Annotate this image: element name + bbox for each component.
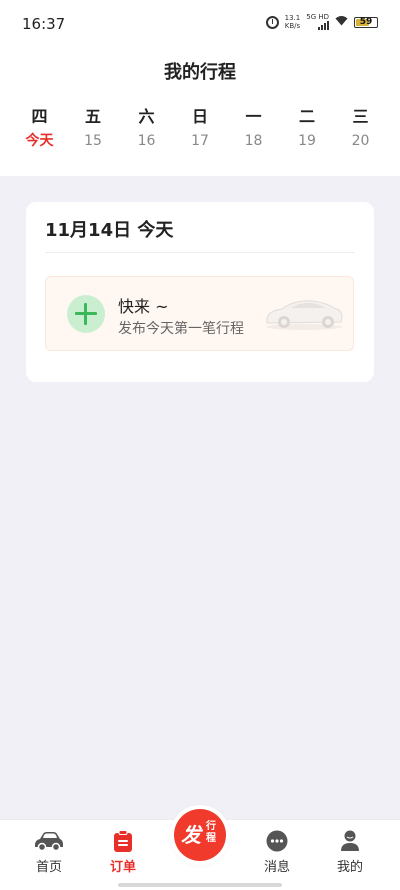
prompt-subtitle: 发布今天第一笔行程 bbox=[118, 321, 244, 337]
header-area: 16:37 13.1 KB/s 5G HD 59 我的行程 四 今天 五 15 … bbox=[0, 0, 400, 176]
day-fri[interactable]: 五 15 bbox=[67, 104, 120, 152]
battery-level: 59 bbox=[359, 16, 373, 27]
chat-bubble-icon bbox=[266, 830, 288, 852]
plus-icon bbox=[67, 295, 105, 333]
day-thu[interactable]: 四 今天 bbox=[13, 104, 66, 152]
day-date: 今天 bbox=[25, 133, 54, 149]
prompt-title: 快来 ~ bbox=[118, 297, 169, 316]
day-mon[interactable]: 一 18 bbox=[227, 104, 280, 152]
wifi-icon bbox=[335, 15, 348, 29]
battery-icon: 59 bbox=[354, 16, 378, 28]
card-divider bbox=[45, 252, 355, 253]
day-wed[interactable]: 三 20 bbox=[334, 104, 387, 152]
status-icons: 13.1 KB/s 5G HD 59 bbox=[265, 14, 378, 30]
nav-home-label: 首页 bbox=[35, 860, 62, 875]
day-date: 20 bbox=[351, 133, 370, 149]
day-tue[interactable]: 二 19 bbox=[281, 104, 334, 152]
home-indicator[interactable] bbox=[118, 883, 282, 887]
week-calendar: 四 今天 五 15 六 16 日 17 一 18 二 19 三 20 bbox=[13, 104, 387, 152]
nav-orders[interactable]: 订单 bbox=[93, 820, 153, 880]
status-bar: 16:37 13.1 KB/s 5G HD 59 bbox=[0, 0, 400, 48]
publish-button-main: 发 bbox=[181, 823, 201, 847]
cell-signal: 5G HD bbox=[306, 14, 329, 30]
network-speed-value: 13.1 bbox=[284, 14, 301, 22]
day-weekday: 四 bbox=[31, 107, 48, 126]
network-speed: 13.1 KB/s bbox=[285, 14, 301, 30]
nav-home[interactable]: 首页 bbox=[19, 820, 79, 880]
day-weekday: 三 bbox=[352, 107, 369, 126]
nav-messages-label: 消息 bbox=[263, 860, 290, 875]
day-date: 17 bbox=[191, 133, 209, 149]
user-profile-icon bbox=[341, 830, 359, 851]
car-icon bbox=[35, 832, 63, 852]
network-type: 5G HD bbox=[306, 13, 329, 21]
day-date: 15 bbox=[84, 133, 102, 149]
car-illustration-icon bbox=[266, 300, 343, 330]
day-sat[interactable]: 六 16 bbox=[120, 104, 173, 152]
day-date: 18 bbox=[244, 133, 263, 149]
card-date-title: 11月14日 今天 bbox=[45, 220, 174, 241]
signal-bars-icon bbox=[318, 21, 329, 30]
nav-mine-label: 我的 bbox=[336, 860, 363, 875]
day-sun[interactable]: 日 17 bbox=[174, 104, 227, 152]
day-weekday: 二 bbox=[298, 107, 315, 126]
publish-trip-prompt[interactable]: 快来 ~ 发布今天第一笔行程 bbox=[45, 276, 354, 351]
status-time: 16:37 bbox=[22, 15, 66, 33]
trip-card: 11月14日 今天 快来 ~ 发布今天第一笔行程 bbox=[26, 202, 374, 382]
day-weekday: 一 bbox=[245, 107, 262, 126]
day-weekday: 五 bbox=[84, 107, 101, 126]
nav-mine[interactable]: 我的 bbox=[320, 820, 380, 880]
alarm-icon bbox=[265, 15, 279, 29]
day-weekday: 六 bbox=[138, 107, 155, 126]
nav-orders-label: 订单 bbox=[109, 860, 136, 875]
day-date: 16 bbox=[137, 133, 156, 149]
day-weekday: 日 bbox=[191, 107, 208, 126]
publish-trip-button[interactable]: 发 行程 bbox=[174, 809, 226, 861]
clipboard-icon bbox=[114, 830, 132, 852]
nav-messages[interactable]: 消息 bbox=[247, 820, 307, 880]
publish-button-sub: 行程 bbox=[206, 821, 216, 844]
page-title: 我的行程 bbox=[164, 62, 236, 83]
network-speed-unit: KB/s bbox=[284, 22, 301, 30]
day-date: 19 bbox=[298, 133, 316, 149]
